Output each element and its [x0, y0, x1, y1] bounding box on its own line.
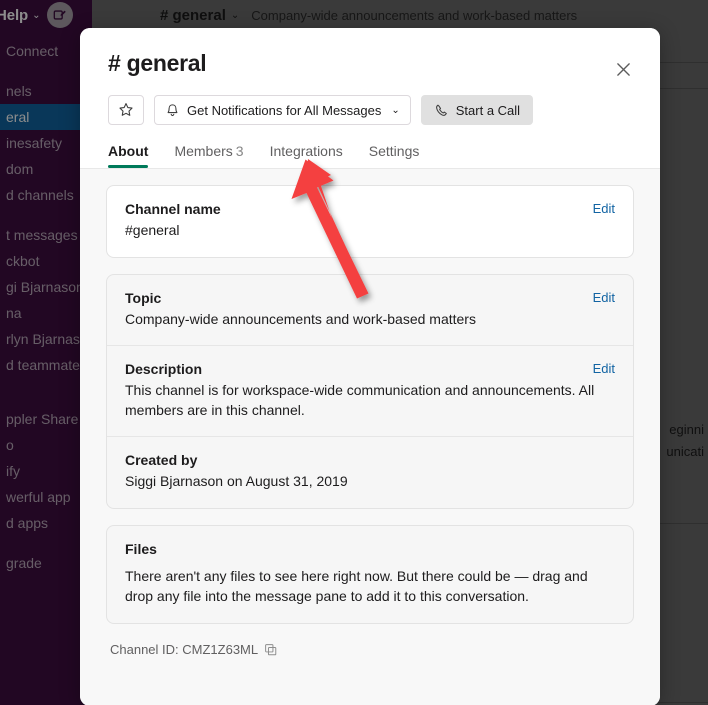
files-label: Files [125, 540, 157, 557]
notification-settings-button[interactable]: Get Notifications for All Messages ⌄ [154, 95, 411, 125]
tab-members-count: 3 [235, 143, 244, 159]
files-section: Files There aren't any files to see here… [107, 526, 633, 623]
star-button[interactable] [108, 95, 144, 125]
tab-members-label: Members [174, 143, 233, 159]
phone-icon [435, 104, 447, 116]
channel-name-section: Channel name #general Edit [107, 186, 633, 257]
modal-tabs: About Members 3 Integrations Settings [108, 143, 634, 168]
topic-section: Topic Company-wide announcements and wor… [107, 275, 633, 346]
chevron-down-icon: ⌄ [391, 104, 400, 116]
channel-name-card: Channel name #general Edit [106, 185, 634, 258]
bell-icon [167, 103, 178, 116]
modal-header: # general Get Notifications for All Mess… [80, 28, 660, 169]
channel-id-label: Channel ID: CMZ1Z63ML [110, 641, 259, 657]
close-icon [616, 62, 630, 76]
tab-members[interactable]: Members 3 [174, 143, 243, 168]
tab-about-label: About [108, 143, 149, 159]
channel-name-label: Channel name [125, 201, 221, 217]
edit-topic-link[interactable]: Edit [593, 290, 615, 305]
close-button[interactable] [612, 58, 634, 80]
channel-details-modal: # general Get Notifications for All Mess… [80, 28, 660, 705]
notification-settings-label: Get Notifications for All Messages [187, 102, 382, 118]
created-by-section: Created by Siggi Bjarnason on August 31,… [107, 436, 633, 508]
edit-description-link[interactable]: Edit [593, 361, 615, 376]
star-icon [119, 103, 133, 116]
tab-settings-label: Settings [368, 143, 420, 159]
modal-actions: Get Notifications for All Messages ⌄ Sta… [108, 95, 634, 125]
created-by-value: Siggi Bjarnason on August 31, 2019 [125, 473, 348, 490]
created-by-label: Created by [125, 452, 198, 469]
topic-label: Topic [125, 289, 162, 306]
channel-name-value: #general [125, 222, 180, 238]
files-card: Files There aren't any files to see here… [106, 524, 634, 624]
modal-title: # general [108, 50, 207, 76]
modal-body: Channel name #general Edit Topic Company… [80, 169, 660, 705]
description-label: Description [125, 361, 203, 378]
tab-settings[interactable]: Settings [369, 143, 420, 168]
screen: Help ⌄ # general ⌄ Company-wide announce… [0, 0, 708, 705]
tabs-divider [80, 168, 660, 169]
tab-integrations-label: Integrations [269, 143, 343, 159]
description-section: Description This channel is for workspac… [107, 345, 633, 436]
tab-about[interactable]: About [108, 143, 149, 168]
channel-id-row: Channel ID: CMZ1Z63ML [106, 640, 634, 657]
start-call-label: Start a Call [455, 102, 521, 118]
topic-value: Company-wide announcements and work-base… [125, 310, 476, 327]
copy-icon[interactable] [264, 643, 277, 656]
start-call-button[interactable]: Start a Call [420, 95, 534, 125]
channel-info-card: Topic Company-wide announcements and wor… [106, 273, 634, 509]
tab-integrations[interactable]: Integrations [270, 143, 343, 168]
description-value: This channel is for workspace-wide commu… [125, 382, 595, 418]
edit-channel-name-link[interactable]: Edit [593, 201, 615, 216]
files-empty-message: There aren't any files to see here right… [125, 567, 588, 605]
